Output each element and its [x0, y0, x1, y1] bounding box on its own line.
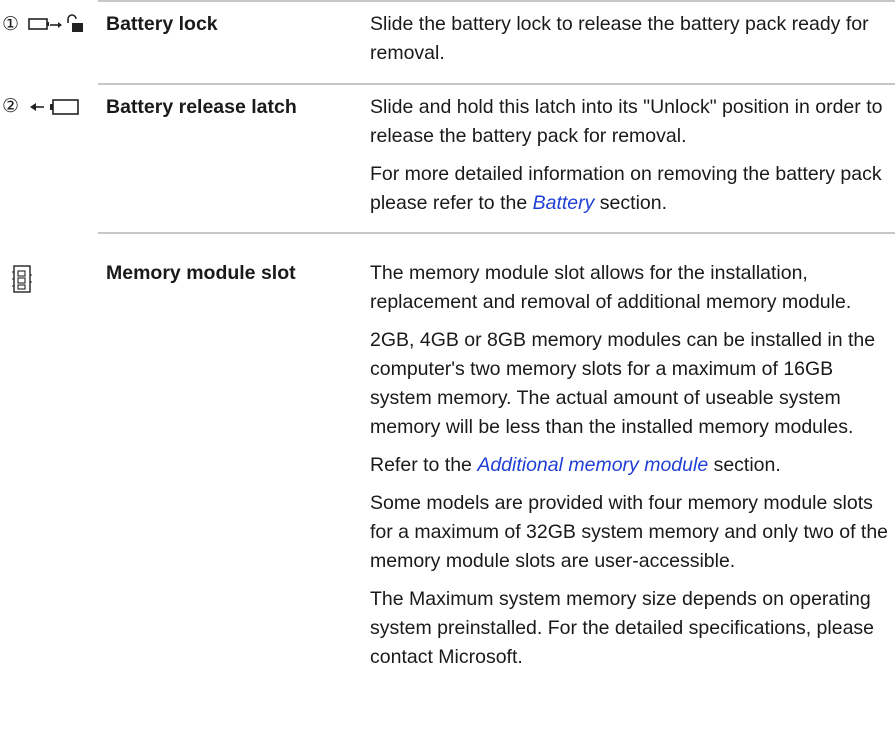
- memory-module-glyph: [12, 265, 32, 293]
- additional-memory-module-link[interactable]: Additional memory module: [477, 454, 708, 476]
- divider: [98, 83, 895, 85]
- desc-paragraph: The memory module slot allows for the in…: [370, 262, 852, 313]
- battery-lock-glyph: [28, 14, 83, 32]
- circled-number-1: ①: [2, 13, 20, 35]
- battery-release-glyph: [30, 99, 79, 115]
- desc-paragraph: The Maximum system memory size depends o…: [370, 588, 875, 668]
- desc-paragraph: Refer to the Additional memory module se…: [370, 454, 781, 476]
- circled-number-2: ②: [2, 95, 20, 117]
- desc-paragraph: Slide and hold this latch into its "Unlo…: [370, 96, 883, 147]
- memory-module-icon: [11, 264, 33, 294]
- desc-memory-module-slot: The memory module slot allows for the in…: [370, 259, 890, 681]
- desc-paragraph: Some models are provided with four memor…: [370, 492, 889, 572]
- desc-paragraph: 2GB, 4GB or 8GB memory modules can be in…: [370, 329, 876, 438]
- term-battery-release-latch: Battery release latch: [106, 96, 297, 118]
- desc-battery-lock: Slide the battery lock to release the ba…: [370, 10, 890, 77]
- top-divider: [98, 0, 895, 2]
- battery-lock-icon: ①: [2, 11, 92, 37]
- battery-release-latch-icon: ②: [2, 93, 92, 119]
- battery-link[interactable]: Battery: [533, 192, 595, 214]
- term-memory-module-slot: Memory module slot: [106, 262, 296, 284]
- desc-paragraph: Slide the battery lock to release the ba…: [370, 13, 869, 64]
- divider: [98, 232, 895, 234]
- desc-paragraph: For more detailed information on removin…: [370, 163, 882, 214]
- term-battery-lock: Battery lock: [106, 13, 218, 35]
- desc-battery-release-latch: Slide and hold this latch into its "Unlo…: [370, 93, 890, 227]
